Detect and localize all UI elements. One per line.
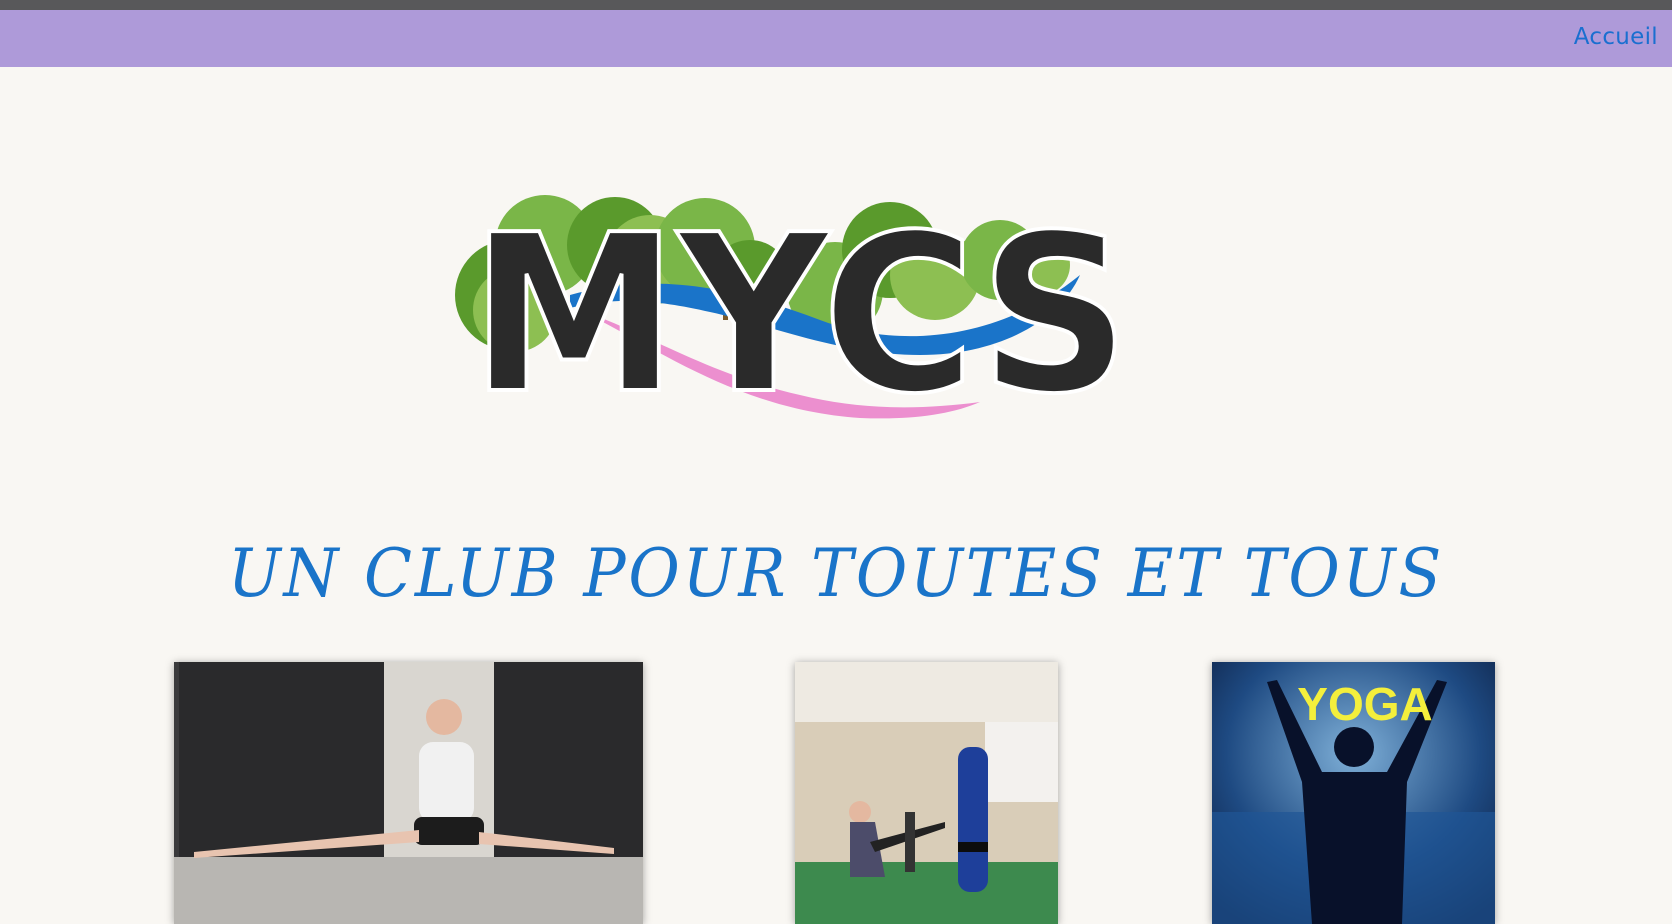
window-top-strip <box>0 0 1672 10</box>
yoga-overlay-text: YOGA <box>1297 678 1432 730</box>
photo-grand-ecart <box>174 662 643 924</box>
nav-link-accueil[interactable]: Accueil <box>1574 24 1658 50</box>
mycs-logo: MYCS <box>440 187 1180 450</box>
logo-text: MYCS <box>470 190 1130 442</box>
photo-boxe <box>795 662 1058 924</box>
photo-yoga: YOGA <box>1212 662 1495 924</box>
tagline: UN CLUB POUR TOUTES ET TOUS <box>227 535 1445 612</box>
navbar: Accueil <box>0 10 1672 67</box>
